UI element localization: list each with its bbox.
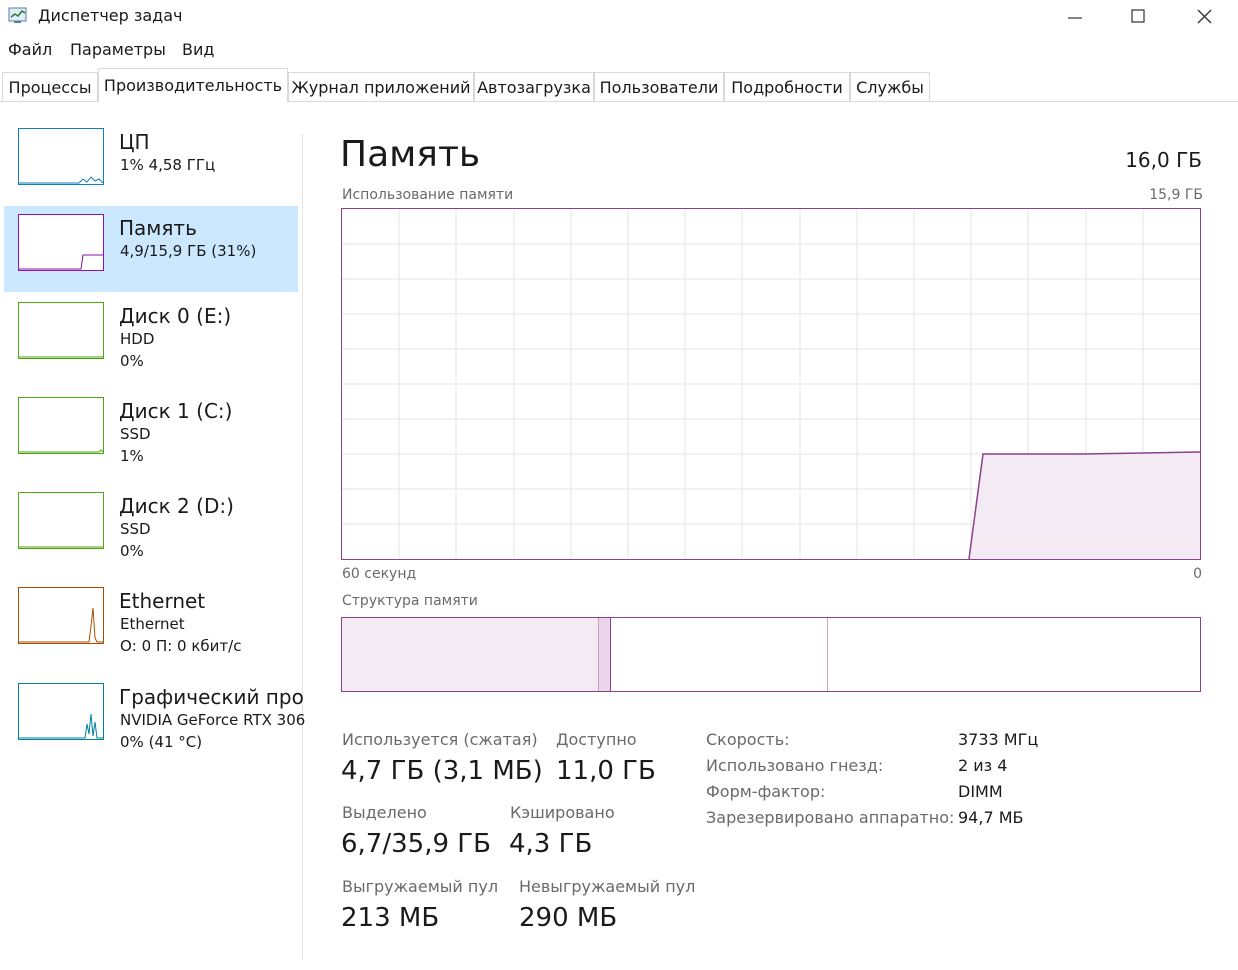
tab-app-history[interactable]: Журнал приложений [288, 72, 474, 101]
sidebar-thumbnail-graph [18, 397, 104, 454]
sidebar-item-detail: 4,9/15,9 ГБ (31%) [120, 242, 257, 260]
hardware-reserved-value: 94,7 МБ [958, 808, 1024, 827]
sidebar-item-disk-1[interactable]: Диск 1 (C:) SSD 1% [4, 389, 298, 475]
tab-services[interactable]: Службы [850, 72, 930, 101]
in-use-value: 4,7 ГБ (3,1 МБ) [341, 756, 543, 786]
structure-caption: Структура памяти [342, 593, 478, 609]
memory-total: 16,0 ГБ [1125, 148, 1202, 172]
cached-value: 4,3 ГБ [509, 829, 593, 859]
usage-graph-svg [342, 209, 1200, 559]
sidebar-thumbnail-graph [18, 302, 104, 359]
form-factor-value: DIMM [958, 782, 1003, 801]
sidebar-item-detail: NVIDIA GeForce RTX 306 [120, 711, 306, 729]
speed-value: 3733 МГц [958, 730, 1039, 749]
usage-caption: Использование памяти [342, 187, 514, 203]
sidebar-item-detail: SSD [120, 520, 151, 538]
sidebar-item-title: Графический про [119, 685, 304, 709]
sidebar-item-gpu[interactable]: Графический про NVIDIA GeForce RTX 306 0% … [4, 675, 305, 761]
sidebar-item-detail: Ethernet [120, 615, 185, 633]
sidebar-item-cpu[interactable]: ЦП 1% 4,58 ГГц [4, 120, 298, 206]
nonpaged-pool-label: Невыгружаемый пул [519, 877, 696, 896]
nonpaged-pool-value: 290 МБ [519, 903, 618, 933]
speed-label: Скорость: [706, 730, 790, 749]
cached-label: Кэшировано [510, 803, 615, 822]
tab-details[interactable]: Подробности [724, 72, 850, 101]
sidebar-item-disk-2[interactable]: Диск 2 (D:) SSD 0% [4, 484, 298, 570]
hardware-reserved-label: Зарезервировано аппаратно: [706, 808, 955, 827]
slots-label: Использовано гнезд: [706, 756, 884, 775]
sidebar-item-title: Ethernet [119, 589, 206, 613]
sidebar-item-detail: SSD [120, 425, 151, 443]
usage-max-label: 15,9 ГБ [1149, 187, 1203, 203]
close-button[interactable] [1174, 0, 1234, 32]
structure-in-use [342, 618, 598, 691]
available-label: Доступно [556, 730, 637, 749]
minimize-icon [1068, 17, 1082, 19]
sidebar-item-title: Диск 2 (D:) [119, 494, 234, 518]
menu-view[interactable]: Вид [182, 40, 214, 59]
sidebar-divider [302, 134, 303, 960]
committed-label: Выделено [342, 803, 427, 822]
paged-pool-value: 213 МБ [341, 903, 440, 933]
tab-processes[interactable]: Процессы [2, 72, 98, 101]
sidebar-thumbnail-graph [18, 683, 104, 740]
sidebar-item-title: Память [119, 216, 197, 240]
tab-startup[interactable]: Автозагрузка [474, 72, 594, 101]
time-left-label: 60 секунд [342, 566, 417, 582]
sidebar-item-value: 1% [120, 447, 144, 465]
page-title: Память [340, 134, 481, 175]
sidebar-item-value: О: 0 П: 0 кбит/с [120, 637, 242, 655]
paged-pool-label: Выгружаемый пул [342, 877, 499, 896]
sidebar-thumbnail-graph [18, 214, 104, 271]
form-factor-label: Форм-фактор: [706, 782, 826, 801]
memory-structure-bar [341, 617, 1201, 692]
sidebar-item-detail: HDD [120, 330, 155, 348]
structure-standby-divider [827, 618, 828, 691]
maximize-icon [1131, 9, 1145, 23]
sidebar-item-value: 0% [120, 352, 144, 370]
available-value: 11,0 ГБ [556, 756, 656, 786]
time-right-label: 0 [1193, 566, 1202, 582]
committed-value: 6,7/35,9 ГБ [341, 829, 491, 859]
usage-area [969, 452, 1200, 559]
tab-users[interactable]: Пользователи [594, 72, 724, 101]
sidebar-item-memory[interactable]: Память 4,9/15,9 ГБ (31%) [4, 206, 298, 292]
slots-value: 2 из 4 [958, 756, 1008, 775]
task-manager-icon [8, 5, 30, 25]
sidebar-item-value: 0% [120, 542, 144, 560]
maximize-button[interactable] [1108, 0, 1168, 32]
sidebar-thumbnail-graph [18, 587, 104, 644]
sidebar-thumbnail-graph [18, 128, 104, 185]
tab-performance[interactable]: Производительность [98, 68, 288, 102]
sidebar-item-value: 0% (41 °C) [120, 733, 203, 751]
memory-usage-graph [341, 208, 1201, 560]
window-title: Диспетчер задач [38, 6, 183, 25]
sidebar-item-ethernet[interactable]: Ethernet Ethernet О: 0 П: 0 кбит/с [4, 579, 298, 665]
menu-options[interactable]: Параметры [70, 40, 166, 59]
sidebar-item-title: Диск 0 (E:) [119, 304, 232, 328]
sidebar-thumbnail-graph [18, 492, 104, 549]
sidebar-item-detail: 1% 4,58 ГГц [120, 156, 216, 174]
in-use-label: Используется (сжатая) [342, 730, 538, 749]
sidebar-item-disk-0[interactable]: Диск 0 (E:) HDD 0% [4, 294, 298, 380]
structure-modified [598, 618, 611, 691]
sidebar-item-title: Диск 1 (C:) [119, 399, 233, 423]
menu-file[interactable]: Файл [8, 40, 52, 59]
close-icon [1197, 9, 1212, 24]
sidebar-item-title: ЦП [119, 130, 150, 154]
minimize-button[interactable] [1044, 0, 1104, 32]
